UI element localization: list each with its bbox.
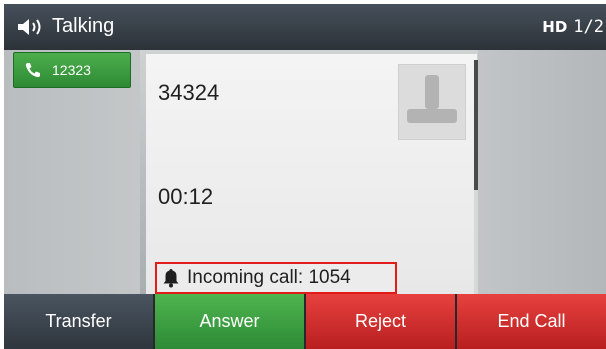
call-info-panel: 34324 00:12 <box>146 54 478 294</box>
callee-number: 34324 <box>158 80 220 105</box>
call-area: 12323 34324 00:12 Incoming call: 1054 <box>4 50 606 294</box>
incoming-call-notification[interactable]: Incoming call: 1054 <box>155 262 397 294</box>
status-right: HD 1/2 <box>542 17 604 37</box>
line-key-label: 12323 <box>52 62 91 78</box>
phone-icon <box>24 61 42 79</box>
status-left: Talking <box>16 15 114 38</box>
contact-avatar-icon <box>398 64 466 140</box>
page-indicator: 1/2 <box>573 17 604 37</box>
line-key-column: 12323 <box>4 50 140 294</box>
reject-button[interactable]: Reject <box>306 294 455 349</box>
call-duration: 00:12 <box>158 184 214 209</box>
answer-button[interactable]: Answer <box>155 294 304 349</box>
speaker-icon <box>16 16 46 38</box>
status-title: Talking <box>52 15 115 37</box>
phone-screen: Talking HD 1/2 12323 34324 00:12 Incomin… <box>4 4 606 349</box>
incoming-call-text: Incoming call: 1054 <box>187 267 351 288</box>
transfer-button[interactable]: Transfer <box>4 294 153 349</box>
status-bar: Talking HD 1/2 <box>4 4 606 50</box>
line-key-12323[interactable]: 12323 <box>13 52 131 88</box>
hd-indicator: HD <box>542 18 568 36</box>
right-column <box>478 50 606 294</box>
bell-icon <box>163 268 179 288</box>
end-call-button[interactable]: End Call <box>457 294 606 349</box>
softkey-bar: Transfer Answer Reject End Call <box>4 294 606 349</box>
